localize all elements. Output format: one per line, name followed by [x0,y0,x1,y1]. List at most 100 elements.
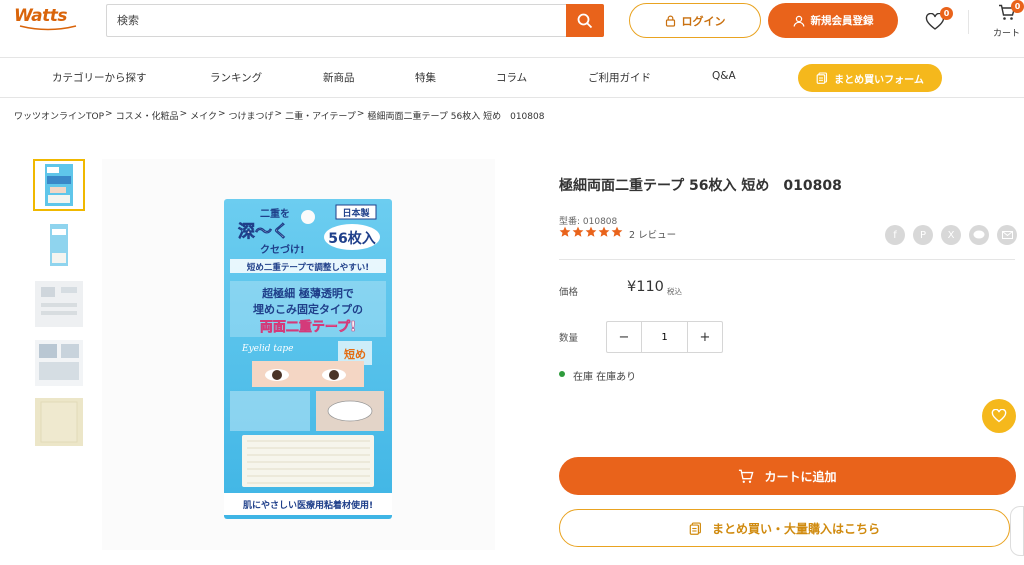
email-share-icon[interactable] [997,225,1017,245]
cart-label: カート [993,29,1021,39]
review-count-link[interactable]: 2 レビュー [629,227,676,241]
product-package-image: 日本製 56枚入 二重を 深～く クセづけ! 短め二重テープで調整しやすい! 超… [224,199,392,519]
mail-icon [1001,231,1013,239]
thumbnail-5[interactable] [33,396,85,448]
count-label: 56枚入 [328,230,375,247]
breadcrumb-separator: > [105,109,113,119]
star-icon [559,226,571,237]
quantity-decrease-button[interactable]: − [607,322,641,352]
site-logo[interactable]: Watts [14,6,78,34]
quantity-input[interactable] [641,322,688,352]
price-value: ¥110 [627,279,664,295]
logo-text: Watts [14,6,67,26]
heart-icon [991,409,1007,423]
bulk-order-form-button[interactable]: まとめ買いフォーム [798,64,942,92]
nav-item-features[interactable]: 特集 [415,70,436,85]
nav-item-new-products[interactable]: 新商品 [323,70,355,85]
header-divider [968,10,969,34]
breadcrumb-item-top[interactable]: ワッツオンラインTOP [14,109,104,122]
search-input[interactable] [107,5,567,36]
breadcrumb-separator: > [274,109,283,119]
document-icon [689,521,701,535]
package-main-2: 埋めこみ固定タイプの [253,302,363,316]
nav-item-qa[interactable]: Q&A [712,70,736,82]
stock-status-dot [559,371,565,377]
add-to-cart-label: カートに追加 [764,469,837,484]
package-bottom-text: 肌にやさしい医療用粘着材使用! [242,499,373,511]
quantity-stepper: − + [606,321,723,353]
thumbnail-1[interactable] [33,159,85,211]
thumbnail-3[interactable] [33,278,85,330]
add-to-cart-button[interactable]: カートに追加 [559,457,1016,495]
product-thumbnail-image [35,398,83,446]
breadcrumb-separator: > [356,109,365,119]
thumbnail-4[interactable] [33,337,85,389]
favorites-count-badge: 0 [940,7,953,20]
star-icon [598,226,610,237]
breadcrumb-item-eyetape[interactable]: 二重・アイテープ [285,109,356,122]
breadcrumb-item-current: 極細両面二重テープ 56枚入 短め 010808 [367,112,545,122]
search-button[interactable] [566,4,604,37]
package-short-type: 短め [344,347,366,361]
cart-count-badge: 0 [1011,0,1024,13]
package-headline-3: クセづけ! [260,243,305,256]
package-main-1: 超極細 極薄透明で [261,286,354,300]
breadcrumb-separator: > [217,109,226,119]
main-product-image[interactable]: 日本製 56枚入 二重を 深～く クセづけ! 短め二重テープで調整しやすい! 超… [102,159,495,550]
main-nav: カテゴリーから探す ランキング 新商品 特集 コラム ご利用ガイド Q&A まと… [0,58,1024,98]
side-scroll-tab[interactable] [1010,506,1024,556]
breadcrumb-item-makeup[interactable]: メイク [190,109,217,122]
price-label: 価格 [559,287,579,298]
package-eyelid-label: Eyelid tape [241,344,293,354]
quantity-increase-button[interactable]: + [688,322,722,352]
x-share-icon[interactable]: X [941,225,961,245]
package-headline-2: 深～く [238,221,289,242]
cart-button[interactable]: 0 カート [990,0,1024,42]
nav-item-guide[interactable]: ご利用ガイド [588,70,651,85]
breadcrumb-item-lashes[interactable]: つけまつげ [229,109,274,122]
line-share-icon[interactable] [969,225,989,245]
favorites-button[interactable]: 0 [925,7,955,32]
logo-swoosh-icon [19,25,77,31]
quantity-label: 数量 [559,333,579,344]
product-thumbnail-image [50,224,68,266]
search-bar [106,4,604,37]
made-in-japan-tag: 日本製 [342,207,370,219]
add-to-favorites-button[interactable] [982,399,1016,433]
star-icon [572,226,584,237]
product-thumbnail-image [45,164,73,206]
package-short-line: 短め二重テープで調整しやすい! [247,262,369,273]
facebook-share-icon[interactable]: f [885,225,905,245]
document-icon [816,72,828,84]
product-title: 極細両面二重テープ 56枚入 短め 010808 [559,178,842,194]
chat-bubble-icon [973,230,985,239]
search-icon [577,13,593,28]
breadcrumb-separator: > [179,109,188,119]
star-icon [585,226,597,237]
login-label: ログイン [681,14,726,28]
user-icon [793,15,804,27]
breadcrumb-item-cosme[interactable]: コスメ・化粧品 [116,109,179,122]
bulk-purchase-label: まとめ買い・大量購入はこちら [711,521,880,536]
register-label: 新規会員登録 [810,15,874,27]
star-icon [611,226,623,237]
cart-icon [739,469,754,483]
rating-stars[interactable] [559,226,623,238]
login-button[interactable]: ログイン [629,3,761,38]
product-thumbnail-image [35,281,83,327]
thumbnail-2[interactable] [33,219,85,271]
nav-item-column[interactable]: コラム [496,70,527,85]
package-main-3: 両面二重テープ! [260,319,356,335]
register-button[interactable]: 新規会員登録 [768,3,898,38]
lock-icon [665,15,675,27]
site-header: Watts ログイン 新規会員登録 0 [0,0,1024,58]
pinterest-share-icon[interactable]: P [913,225,933,245]
info-divider [559,259,1015,260]
bulk-purchase-button[interactable]: まとめ買い・大量購入はこちら [559,509,1010,547]
package-headline-1: 二重を [260,207,290,220]
bulk-order-form-label: まとめ買いフォーム [834,74,924,86]
nav-item-categories[interactable]: カテゴリーから探す [52,70,147,85]
product-thumbnail-image [35,340,83,386]
stock-status-text: 在庫 在庫あり [573,372,637,383]
nav-item-ranking[interactable]: ランキング [210,70,262,85]
